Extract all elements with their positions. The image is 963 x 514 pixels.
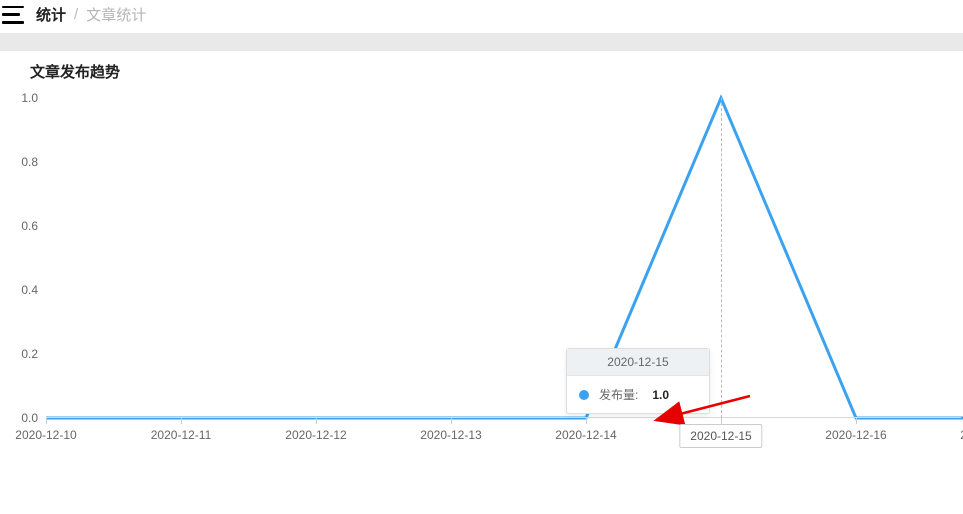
x-highlight-label: 2020-12-15 (679, 424, 762, 448)
x-tick-label: 2020-12-12 (285, 428, 346, 442)
hover-guideline (721, 98, 722, 418)
x-tick-label: 2020-12-10 (15, 428, 76, 442)
x-tick-label: 2020-12-16 (825, 428, 886, 442)
breadcrumb: 统计 / 文章统计 (36, 4, 146, 25)
tooltip-date: 2020-12-15 (567, 349, 709, 376)
x-axis: 2020-12-15 2020-12-10 2020-12-11 2020-12-1… (6, 418, 961, 450)
chart-panel: 文章发布趋势 0.00.20.40.60.81.0 2020-12-15 发布量… (0, 51, 963, 450)
x-tick-mark (856, 418, 857, 424)
header-bar: 统计 / 文章统计 (0, 0, 963, 33)
chart-plot[interactable]: 0.00.20.40.60.81.0 2020-12-15 发布量: 1.0 (6, 98, 961, 418)
tooltip-series-dot (579, 390, 589, 400)
chart-line-svg (6, 98, 961, 418)
x-tick-mark (316, 418, 317, 424)
x-tick-label: 2020-12-14 (555, 428, 616, 442)
x-tick-mark (586, 418, 587, 424)
tooltip-series-label: 发布量: (599, 386, 638, 403)
header-divider (0, 33, 963, 51)
x-tick-label: 2020-12-11 (151, 428, 212, 442)
breadcrumb-current: 文章统计 (86, 4, 146, 25)
chart-title: 文章发布趋势 (2, 61, 951, 98)
x-tick-mark (451, 418, 452, 424)
menu-icon[interactable] (2, 6, 24, 24)
x-tick-mark (46, 418, 47, 424)
breadcrumb-separator: / (74, 6, 78, 23)
breadcrumb-root[interactable]: 统计 (36, 4, 66, 25)
x-tick-label: 2020-12-13 (420, 428, 481, 442)
x-tick-mark (181, 418, 182, 424)
x-tick-mark (721, 418, 722, 424)
chart-area: 0.00.20.40.60.81.0 2020-12-15 发布量: 1.0 (6, 98, 961, 450)
